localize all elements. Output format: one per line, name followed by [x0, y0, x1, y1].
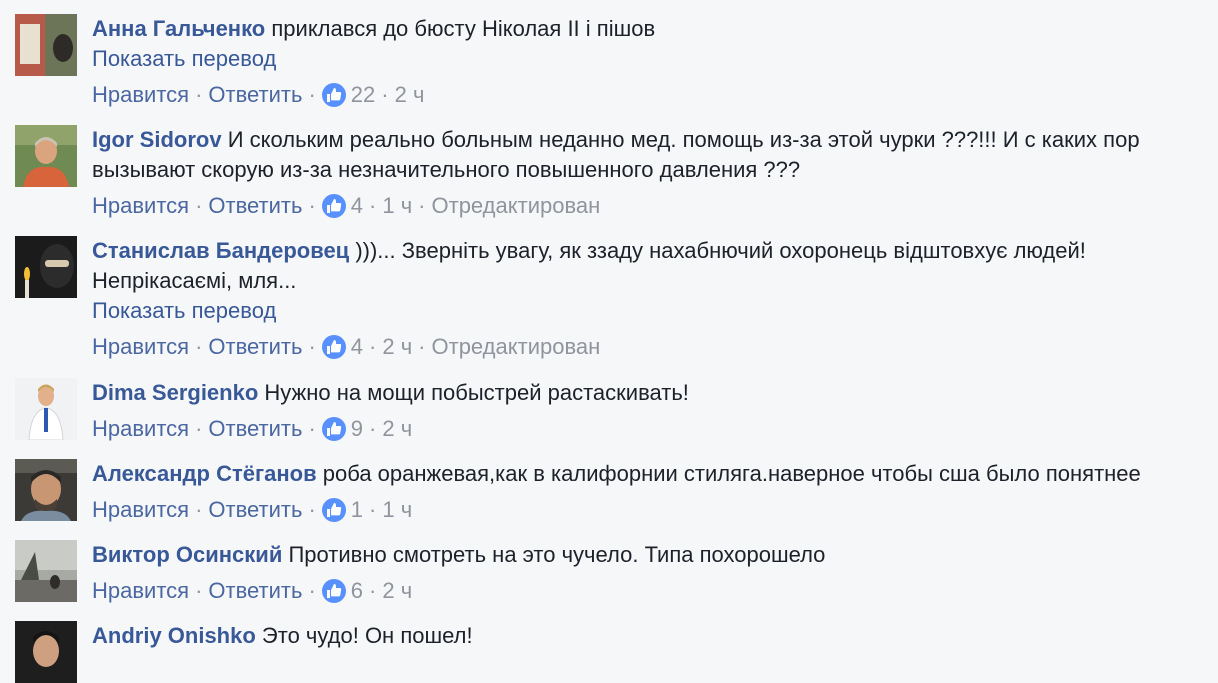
- comment-author-link[interactable]: Andriy Onishko: [92, 623, 256, 648]
- separator-dot: ·: [369, 193, 377, 218]
- reply-link[interactable]: Ответить: [208, 414, 302, 444]
- comment-actions: Нравится · Ответить · 4 · 2 ч · Отредакт…: [92, 332, 1208, 362]
- comment-author-link[interactable]: Александр Стёганов: [92, 461, 317, 486]
- comment-text: роба оранжевая,как в калифорнии стиляга.…: [322, 461, 1141, 486]
- separator-dot: ·: [418, 193, 426, 218]
- like-link[interactable]: Нравится: [92, 191, 189, 221]
- separator-dot: ·: [308, 497, 316, 522]
- comment-author-link[interactable]: Станислав Бандеровец: [92, 238, 349, 263]
- reply-link[interactable]: Ответить: [208, 576, 302, 606]
- separator-dot: ·: [308, 416, 316, 441]
- separator-dot: ·: [308, 82, 316, 107]
- separator-dot: ·: [381, 82, 389, 107]
- show-translation-link[interactable]: Показать перевод: [92, 44, 1208, 74]
- comment-text: Нужно на мощи побыстрей растаскивать!: [264, 380, 689, 405]
- like-link[interactable]: Нравится: [92, 332, 189, 362]
- like-icon[interactable]: [321, 335, 346, 359]
- separator-dot: ·: [195, 334, 203, 359]
- comment-timestamp[interactable]: 2 ч: [382, 414, 412, 444]
- comment-text: Противно смотреть на это чучело. Типа по…: [288, 542, 826, 567]
- comment-actions: Нравится · Ответить · 22 · 2 ч: [92, 80, 1208, 110]
- separator-dot: ·: [308, 334, 316, 359]
- like-count[interactable]: 6: [351, 576, 363, 606]
- reply-link[interactable]: Ответить: [208, 191, 302, 221]
- avatar[interactable]: [15, 540, 77, 602]
- comment-actions: Нравится · Ответить · 9 · 2 ч: [92, 414, 1208, 444]
- like-count[interactable]: 4: [351, 191, 363, 221]
- comment-actions: Нравится · Ответить · 4 · 1 ч · Отредакт…: [92, 191, 1208, 221]
- comment-actions: Нравится · Ответить · 6 · 2 ч: [92, 576, 1208, 606]
- comment-author-link[interactable]: Анна Гальченко: [92, 16, 265, 41]
- separator-dot: ·: [195, 193, 203, 218]
- comment-text: Это чудо! Он пошел!: [261, 623, 473, 648]
- avatar[interactable]: [15, 621, 77, 683]
- like-link[interactable]: Нравится: [92, 576, 189, 606]
- separator-dot: ·: [369, 334, 377, 359]
- comment-author-link[interactable]: Виктор Осинский: [92, 542, 282, 567]
- like-icon[interactable]: [321, 83, 346, 107]
- edited-label[interactable]: Отредактирован: [432, 191, 601, 221]
- reply-link[interactable]: Ответить: [208, 332, 302, 362]
- comment-timestamp[interactable]: 2 ч: [382, 332, 412, 362]
- like-count[interactable]: 1: [351, 495, 363, 525]
- separator-dot: ·: [369, 497, 377, 522]
- reply-link[interactable]: Ответить: [208, 495, 302, 525]
- separator-dot: ·: [308, 193, 316, 218]
- separator-dot: ·: [195, 82, 203, 107]
- avatar[interactable]: [15, 14, 77, 76]
- comment-timestamp[interactable]: 1 ч: [382, 495, 412, 525]
- separator-dot: ·: [195, 416, 203, 441]
- user-photo-icon: [15, 540, 77, 602]
- comment-author-link[interactable]: Igor Sidorov: [92, 127, 222, 152]
- show-translation-link[interactable]: Показать перевод: [92, 296, 1208, 326]
- separator-dot: ·: [195, 578, 203, 603]
- separator-dot: ·: [369, 416, 377, 441]
- comment-timestamp[interactable]: 1 ч: [382, 191, 412, 221]
- separator-dot: ·: [369, 578, 377, 603]
- like-icon[interactable]: [321, 579, 346, 603]
- like-count[interactable]: 4: [351, 332, 363, 362]
- separator-dot: ·: [308, 578, 316, 603]
- comment-timestamp[interactable]: 2 ч: [382, 576, 412, 606]
- edited-label[interactable]: Отредактирован: [432, 332, 601, 362]
- comments-list: Анна Гальченко приклався до бюсту Нікола…: [0, 0, 1218, 683]
- like-link[interactable]: Нравится: [92, 80, 189, 110]
- like-count[interactable]: 22: [351, 80, 375, 110]
- comment-text: И скольким реально больным неданно мед. …: [92, 127, 1140, 182]
- like-link[interactable]: Нравится: [92, 414, 189, 444]
- separator-dot: ·: [418, 334, 426, 359]
- like-count[interactable]: 9: [351, 414, 363, 444]
- comment-actions: Нравится · Ответить · 1 · 1 ч: [92, 495, 1208, 525]
- comment-author-link[interactable]: Dima Sergienko: [92, 380, 258, 405]
- avatar[interactable]: [15, 236, 77, 298]
- avatar[interactable]: [15, 459, 77, 521]
- separator-dot: ·: [195, 497, 203, 522]
- avatar[interactable]: [15, 378, 77, 440]
- user-photo-icon: [15, 459, 77, 521]
- like-icon[interactable]: [321, 498, 346, 522]
- like-icon[interactable]: [321, 417, 346, 441]
- like-link[interactable]: Нравится: [92, 495, 189, 525]
- comment-timestamp[interactable]: 2 ч: [395, 80, 425, 110]
- user-photo-icon: [15, 378, 77, 440]
- user-photo-icon: [15, 621, 77, 683]
- comment-text: приклався до бюсту Ніколая II і пішов: [271, 16, 656, 41]
- user-photo-icon: [15, 14, 77, 76]
- avatar[interactable]: [15, 125, 77, 187]
- reply-link[interactable]: Ответить: [208, 80, 302, 110]
- user-photo-icon: [15, 236, 77, 298]
- like-icon[interactable]: [321, 194, 346, 218]
- user-photo-icon: [15, 125, 77, 187]
